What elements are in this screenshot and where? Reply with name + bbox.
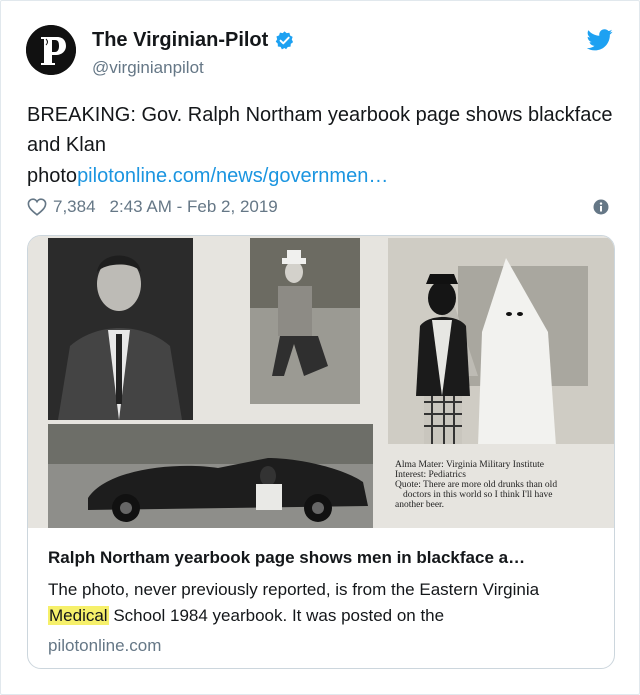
caption-line: Alma Mater: Virginia Military Institute <box>395 460 544 470</box>
card-domain[interactable]: pilotonline.com <box>48 636 161 656</box>
card-description-text: School 1984 yearbook. It was posted on t… <box>108 606 445 625</box>
yearbook-caption: Alma Mater: Virginia Military Institute … <box>395 460 605 510</box>
author-name-row[interactable]: The Virginian-Pilot <box>92 29 295 52</box>
tweet-link-line: photopilotonline.com/news/governmen… <box>27 161 388 191</box>
tweet-meta: 7,384 2:43 AM - Feb 2, 2019 <box>27 195 278 219</box>
caption-line: doctors in this world so I think I'll ha… <box>403 490 553 500</box>
yearbook-photo[interactable]: Alma Mater: Virginia Military Institute … <box>28 236 614 528</box>
card-title[interactable]: Ralph Northam yearbook page shows men in… <box>48 548 598 568</box>
caption-line: Interest: Pediatrics <box>395 470 466 480</box>
avatar[interactable] <box>26 25 76 75</box>
author-handle[interactable]: @virginianpilot <box>92 58 204 78</box>
virginian-pilot-p-logo-icon <box>26 25 76 75</box>
tweet-timestamp[interactable]: 2:43 AM - Feb 2, 2019 <box>110 197 278 217</box>
card-description: The photo, never previously reported, is… <box>48 577 604 629</box>
highlighted-word: Medical <box>48 606 109 625</box>
link-preview-card[interactable]: Alma Mater: Virginia Military Institute … <box>27 235 615 669</box>
heart-icon[interactable] <box>27 198 47 216</box>
caption-line: another beer. <box>395 500 445 510</box>
caption-line: Quote: There are more old drunks than ol… <box>395 480 558 490</box>
info-icon[interactable] <box>593 199 609 215</box>
tweet-link[interactable]: pilotonline.com/news/governmen… <box>77 165 388 187</box>
embedded-tweet: The Virginian-Pilot @virginianpilot BREA… <box>0 0 640 695</box>
tweet-text: BREAKING: Gov. Ralph Northam yearbook pa… <box>27 104 613 156</box>
verified-badge-icon <box>276 31 294 50</box>
like-count[interactable]: 7,384 <box>53 197 96 217</box>
twitter-bird-icon[interactable] <box>587 29 613 51</box>
author-name[interactable]: The Virginian-Pilot <box>92 29 268 52</box>
card-description-text: The photo, never previously reported, is… <box>48 580 540 599</box>
link-prefix: photo <box>27 165 78 187</box>
